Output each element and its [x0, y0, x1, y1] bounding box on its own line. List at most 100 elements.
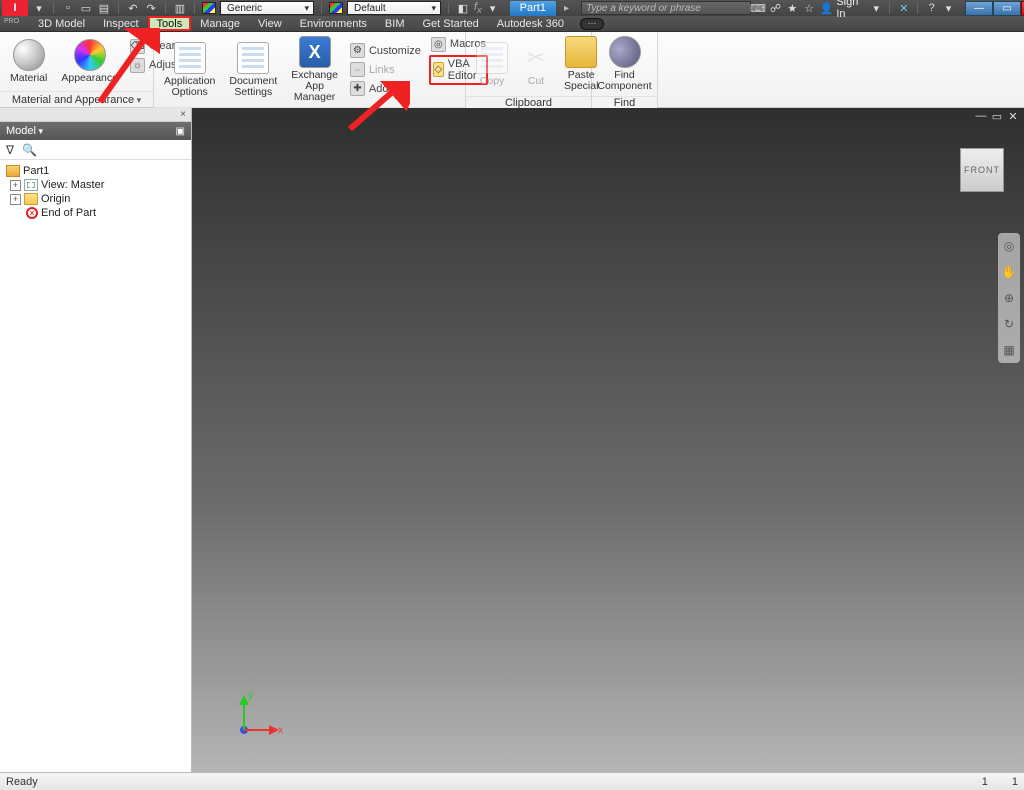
material-swatch-icon[interactable]	[202, 2, 216, 14]
cut-button[interactable]: ✂ Cut	[518, 40, 554, 89]
document-settings-button[interactable]: Document Settings	[225, 40, 281, 100]
window-minimize-button[interactable]: —	[965, 1, 993, 16]
window-maximize-button[interactable]: ▭	[993, 1, 1021, 16]
tree-origin-label: Origin	[41, 193, 70, 205]
document-tab-next-icon[interactable]: ▸	[564, 3, 569, 14]
help-icon[interactable]: ?	[925, 1, 938, 15]
tree-root[interactable]: Part1	[2, 164, 189, 178]
undo-icon[interactable]: ↶	[126, 1, 140, 15]
star-icon[interactable]: ★	[786, 1, 799, 15]
tree-node-end-of-part[interactable]: End of Part	[2, 206, 189, 220]
document-tab[interactable]: Part1	[510, 1, 556, 16]
nav-pan-icon[interactable]: ✋	[1001, 264, 1017, 280]
links-button[interactable]: ⇔Links	[348, 61, 423, 78]
find-component-button[interactable]: Find Component	[593, 34, 655, 94]
material-label: Material	[10, 73, 47, 84]
nav-zoom-icon[interactable]: ⊕	[1001, 290, 1017, 306]
filter-icon[interactable]: ∇	[6, 143, 14, 157]
tab-view[interactable]: View	[250, 17, 290, 31]
tab-tools[interactable]: Tools	[149, 17, 191, 30]
application-options-button[interactable]: Application Options	[160, 40, 219, 100]
nav-wheel-icon[interactable]: ◎	[1001, 238, 1017, 254]
find-icon[interactable]: 🔍	[22, 143, 37, 157]
end-of-part-icon	[26, 207, 38, 219]
view-icon	[24, 179, 38, 191]
mdi-minimize-button[interactable]: —	[974, 110, 988, 123]
options-icon	[174, 42, 206, 74]
copy-button[interactable]: Copy	[472, 40, 512, 89]
tab-label: Autodesk 360	[497, 18, 564, 30]
tab-get-started[interactable]: Get Started	[414, 17, 486, 31]
key-icon[interactable]: ☍	[769, 1, 782, 15]
graphics-viewport[interactable]: — ▭ ✕ FRONT ◎ ✋ ⊕ ↻ ▦ y x	[192, 108, 1024, 772]
panel-title-material-appearance[interactable]: Material and Appearance	[0, 91, 153, 107]
pro-label: PRO	[4, 18, 19, 25]
tree-node-origin[interactable]: + Origin	[2, 192, 189, 206]
tab-bim[interactable]: BIM	[377, 17, 413, 31]
panel-find: Find Component Find	[592, 32, 658, 107]
material-button[interactable]: Material	[6, 37, 51, 86]
browser-close-strip: ×	[0, 108, 191, 122]
close-icon[interactable]: ×	[177, 109, 189, 120]
browser-options-icon[interactable]: ▣	[176, 126, 185, 137]
tab-environments[interactable]: Environments	[292, 17, 375, 31]
tree-end-label: End of Part	[41, 207, 96, 219]
appearance-dropdown[interactable]: Default	[347, 1, 441, 15]
save-icon[interactable]: ▤	[97, 1, 111, 15]
nav-lookat-icon[interactable]: ▦	[1001, 342, 1017, 358]
fx-icon[interactable]: fx	[474, 1, 482, 15]
tab-label: 3D Model	[38, 18, 85, 30]
exchange-icon[interactable]: ✕	[897, 1, 910, 15]
add-ins-label: Add-Ins	[369, 83, 407, 95]
new-icon[interactable]: ▫	[61, 1, 75, 15]
help-chevron-icon[interactable]: ▾	[942, 1, 955, 15]
separator	[917, 2, 918, 14]
ribbon-overflow-button[interactable]: ⋯	[580, 18, 604, 30]
separator	[889, 2, 890, 14]
appearance-button[interactable]: Appearance	[57, 37, 122, 86]
misc-icon[interactable]: ◧	[456, 1, 470, 15]
viewcube[interactable]: FRONT	[960, 148, 1004, 192]
exchange-app-manager-button[interactable]: Exchange App Manager	[287, 34, 342, 105]
app-logo[interactable]: I	[2, 0, 28, 16]
star-outline-icon[interactable]: ☆	[803, 1, 816, 15]
tab-manage[interactable]: Manage	[192, 17, 248, 31]
eraser-icon: ⌫	[130, 39, 145, 54]
tab-autodesk-360[interactable]: Autodesk 360	[489, 17, 572, 31]
browser-title-bar[interactable]: Model ▣	[0, 122, 191, 140]
search-input[interactable]: Type a keyword or phrase	[581, 1, 751, 15]
customize-button[interactable]: ⚙Customize	[348, 42, 423, 59]
status-bar: Ready 1 1	[0, 772, 1024, 790]
sign-in-button[interactable]: 👤 Sign In ▾	[820, 0, 883, 20]
tab-label: BIM	[385, 18, 405, 30]
add-ins-button[interactable]: ✚Add-Ins	[348, 80, 423, 97]
browser-toolbar: ∇ 🔍	[0, 140, 191, 160]
select-icon[interactable]: ▥	[173, 1, 187, 15]
vba-icon: ◇	[433, 62, 444, 77]
tab-inspect[interactable]: Inspect	[95, 17, 146, 31]
open-icon[interactable]: ▭	[79, 1, 93, 15]
mdi-close-button[interactable]: ✕	[1006, 110, 1020, 123]
mdi-restore-button[interactable]: ▭	[990, 110, 1004, 123]
find-component-label: Find Component	[597, 70, 651, 92]
tab-3d-model[interactable]: 3D Model	[30, 17, 93, 31]
keyboard-icon[interactable]: ⌨	[751, 1, 765, 15]
expand-icon[interactable]: +	[10, 194, 21, 205]
appearance-swatch-icon[interactable]	[329, 2, 343, 14]
nav-orbit-icon[interactable]: ↻	[1001, 316, 1017, 332]
exchange-icon	[299, 36, 331, 68]
panel-material-appearance: Material Appearance ⌫Clear ☼Adjust Mater…	[0, 32, 154, 107]
tree-node-view[interactable]: + View: Master	[2, 178, 189, 192]
ribbon: Material Appearance ⌫Clear ☼Adjust Mater…	[0, 32, 1024, 108]
tab-label: Manage	[200, 18, 240, 30]
cut-label: Cut	[528, 76, 544, 87]
folder-icon	[24, 193, 38, 205]
qat-dropdown-icon[interactable]: ▾	[32, 1, 46, 15]
redo-icon[interactable]: ↷	[144, 1, 158, 15]
expand-icon[interactable]: +	[10, 180, 21, 191]
material-dropdown[interactable]: Generic	[220, 1, 314, 15]
axis-x-label: x	[278, 725, 283, 736]
qat-more-icon[interactable]: ▾	[486, 1, 500, 15]
separator	[321, 2, 322, 14]
copy-label: Copy	[480, 76, 505, 87]
